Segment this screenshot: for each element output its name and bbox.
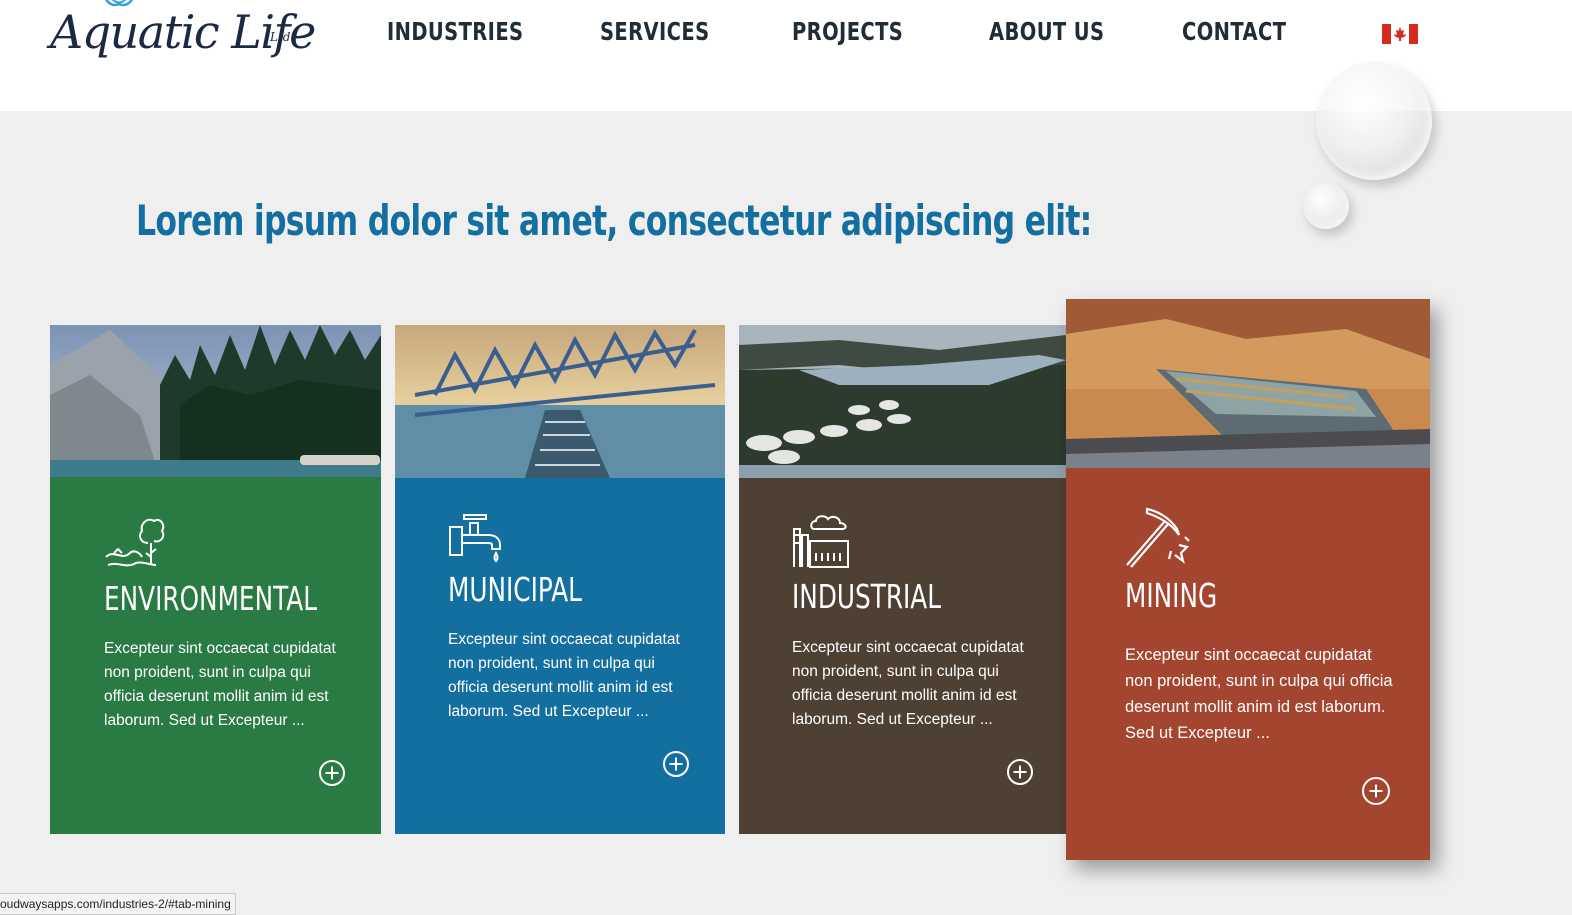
nav-item-projects[interactable]: PROJECTS xyxy=(792,14,903,50)
nav-item-services[interactable]: SERVICES xyxy=(600,14,710,50)
card-description: Excepteur sint occaecat cupidatat non pr… xyxy=(448,631,680,720)
card-title: MUNICIPAL xyxy=(448,570,582,609)
card-description: Excepteur sint occaecat cupidatat non pr… xyxy=(104,640,336,729)
card-title: ENVIRONMENTAL xyxy=(104,579,317,618)
nav-item-about-us[interactable]: ABOUT US xyxy=(989,14,1104,50)
industry-card-industrial[interactable]: INDUSTRIAL Excepteur sint occaecat cupid… xyxy=(739,325,1066,834)
environment-tree-icon xyxy=(105,518,165,567)
expand-plus-icon[interactable] xyxy=(1362,777,1390,805)
nav-item-contact[interactable]: CONTACT xyxy=(1182,14,1286,50)
factory-icon xyxy=(793,515,849,568)
industry-card-environmental[interactable]: ENVIRONMENTAL Excepteur sint occaecat cu… xyxy=(50,325,381,834)
forest-lake-photo xyxy=(50,325,381,477)
card-title: INDUSTRIAL xyxy=(792,577,942,616)
canada-flag-icon[interactable] xyxy=(1382,24,1418,44)
expand-plus-icon[interactable] xyxy=(663,751,689,777)
open-pit-mine-photo xyxy=(1066,299,1430,468)
expand-plus-icon[interactable] xyxy=(319,760,345,786)
faucet-icon xyxy=(449,514,501,563)
card-description: Excepteur sint occaecat cupidatat non pr… xyxy=(1125,646,1393,742)
nav-item-industries[interactable]: INDUSTRIES xyxy=(387,14,523,50)
industry-card-mining[interactable]: MINING Excepteur sint occaecat cupidatat… xyxy=(1066,299,1430,860)
brand-suffix: Ltd. xyxy=(270,30,295,44)
pickaxe-icon xyxy=(1126,507,1190,568)
card-description: Excepteur sint occaecat cupidatat non pr… xyxy=(792,639,1024,728)
water-drop-small xyxy=(1303,183,1349,229)
status-bar-url: oudwaysapps.com/industries-2/#tab-mining xyxy=(0,893,236,915)
water-drop-large xyxy=(1316,62,1432,180)
expand-plus-icon[interactable] xyxy=(1007,759,1033,785)
industrial-aerial-photo xyxy=(739,325,1066,478)
card-title: MINING xyxy=(1125,576,1218,615)
industry-card-municipal[interactable]: MUNICIPAL Excepteur sint occaecat cupida… xyxy=(395,325,725,834)
page-heading: Lorem ipsum dolor sit amet, consectetur … xyxy=(136,196,1092,245)
water-treatment-photo xyxy=(395,325,725,478)
brand-logo[interactable]: Aquatic Life Ltd. xyxy=(50,0,316,70)
